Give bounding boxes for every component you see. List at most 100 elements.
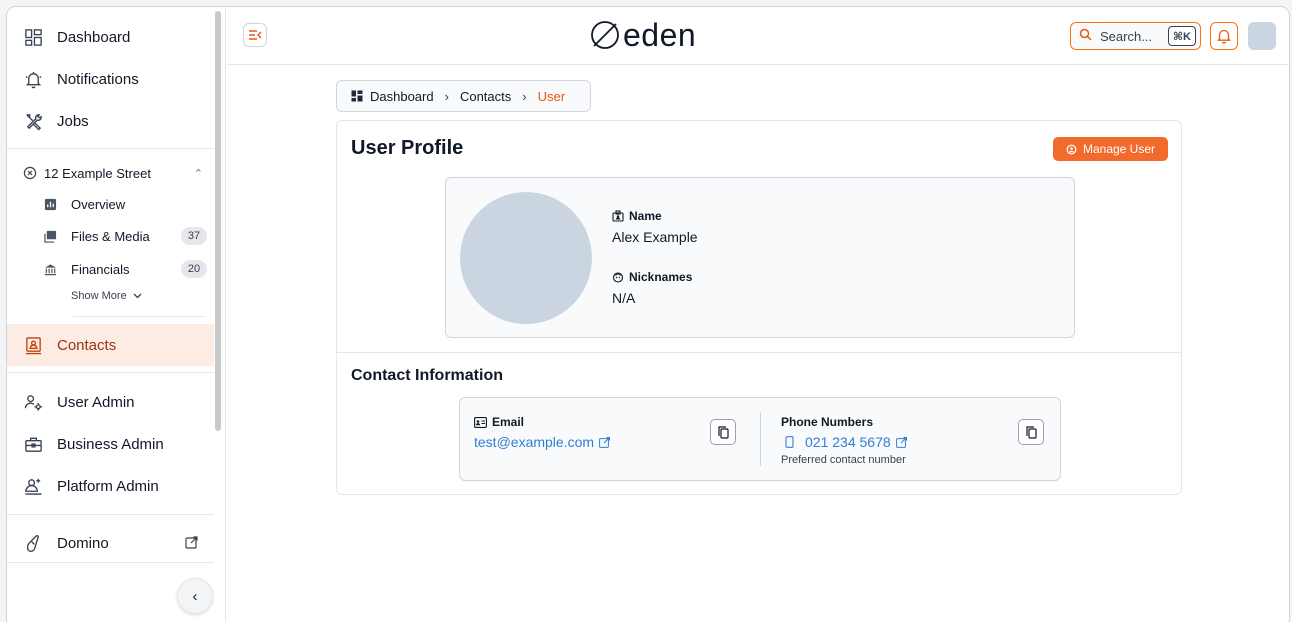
copy-icon	[717, 425, 729, 439]
id-badge-icon	[612, 210, 624, 222]
nicknames-value: N/A	[612, 290, 636, 306]
subitem-label: Overview	[71, 196, 126, 212]
sidebar-subitem-financials[interactable]: Financials 20	[43, 257, 207, 281]
sidebar-item-label: Domino	[57, 534, 109, 552]
app-logo[interactable]: eden	[589, 17, 696, 53]
external-link-icon	[599, 436, 611, 448]
dashboard-icon	[351, 90, 363, 102]
chart-icon	[43, 197, 57, 211]
phone-label: Phone Numbers	[781, 415, 873, 429]
name-label-text: Name	[629, 209, 662, 223]
logo-text: eden	[623, 17, 697, 53]
breadcrumb: Dashboard › Contacts › User	[336, 80, 591, 112]
copy-email-button[interactable]	[710, 419, 736, 445]
show-more-button[interactable]: Show More	[71, 290, 142, 302]
breadcrumb-dashboard[interactable]: Dashboard	[370, 89, 434, 104]
menu-toggle-button[interactable]	[243, 23, 267, 47]
count-badge: 20	[181, 260, 207, 278]
bell-icon	[23, 69, 43, 89]
contacts-icon	[23, 335, 43, 355]
search-shortcut: ⌘K	[1167, 26, 1196, 46]
nicknames-label-text: Nicknames	[629, 270, 693, 284]
sidebar-item-platform-admin[interactable]: Platform Admin	[7, 465, 214, 507]
sidebar-item-label: Notifications	[57, 70, 139, 88]
chevron-right-icon: ›	[522, 88, 527, 104]
top-bar: eden Search... ⌘K	[227, 7, 1289, 65]
subitem-label: Financials	[71, 261, 130, 277]
user-gear-icon	[23, 392, 43, 412]
sidebar-item-notifications[interactable]: Notifications	[7, 58, 214, 100]
contact-info-title: Contact Information	[351, 367, 503, 384]
copy-icon	[1025, 425, 1037, 439]
sidebar-divider	[7, 514, 214, 515]
email-label-text: Email	[492, 415, 525, 429]
breadcrumb-contacts[interactable]: Contacts	[460, 89, 511, 104]
platform-admin-icon	[23, 476, 43, 496]
manage-icon	[1066, 144, 1077, 154]
sidebar-item-jobs[interactable]: Jobs	[7, 100, 214, 142]
app-window: Dashboard Notifications Jobs 12 Example …	[6, 6, 1290, 622]
count-badge: 37	[181, 227, 207, 245]
briefcase-icon	[23, 434, 43, 454]
sidebar-divider	[7, 148, 214, 149]
phone-link[interactable]: 021 234 5678	[785, 434, 907, 450]
chevron-right-icon: ›	[444, 88, 449, 104]
nicknames-label: Nicknames	[612, 270, 692, 284]
email-link[interactable]: test@example.com	[474, 434, 611, 450]
sidebar-item-business-admin[interactable]: Business Admin	[7, 423, 214, 465]
sidebar-subitem-files-media[interactable]: Files & Media 37	[43, 224, 207, 248]
sidebar-item-label: Platform Admin	[57, 477, 159, 495]
sidebar-item-dashboard[interactable]: Dashboard	[7, 16, 214, 58]
copy-phone-button[interactable]	[1018, 419, 1044, 445]
sidebar-scrollbar[interactable]	[215, 11, 221, 431]
property-label: 12 Example Street	[44, 165, 151, 181]
notifications-button[interactable]	[1210, 22, 1238, 50]
name-value: Alex Example	[612, 229, 698, 245]
sidebar-item-contacts[interactable]: Contacts	[7, 324, 214, 366]
search-placeholder: Search...	[1100, 28, 1153, 44]
email-value: test@example.com	[474, 434, 595, 450]
contact-card-icon	[474, 416, 487, 428]
sidebar-item-user-admin[interactable]: User Admin	[7, 381, 214, 423]
sidebar-subitem-overview[interactable]: Overview	[43, 192, 207, 216]
external-link-icon[interactable]	[185, 536, 198, 549]
chevron-up-icon: ⌃	[193, 167, 203, 180]
manage-user-button[interactable]: Manage User	[1053, 137, 1168, 161]
collapse-sidebar-button[interactable]: ‹	[177, 578, 213, 614]
sidebar-item-label: User Admin	[57, 393, 135, 411]
phone-label-text: Phone Numbers	[781, 415, 874, 429]
page-title: User Profile	[351, 137, 464, 159]
bank-icon	[43, 262, 57, 276]
close-circle-icon[interactable]	[23, 166, 37, 180]
manage-user-label: Manage User	[1082, 142, 1156, 156]
phone-hint: Preferred contact number	[781, 454, 906, 466]
domino-icon	[23, 533, 43, 553]
search-icon	[1079, 28, 1092, 44]
user-profile-card: User Profile Manage User Name Alex Examp…	[336, 120, 1182, 495]
bell-icon	[1217, 29, 1231, 44]
sidebar: Dashboard Notifications Jobs 12 Example …	[7, 7, 226, 622]
dashboard-icon	[23, 27, 43, 47]
search-button[interactable]: Search... ⌘K	[1070, 22, 1201, 50]
sidebar-divider	[7, 372, 214, 373]
name-label: Name	[612, 209, 662, 223]
sidebar-item-label: Dashboard	[57, 28, 131, 46]
contact-info-box: Email test@example.com Phone Numbers 021…	[459, 397, 1061, 481]
tools-icon	[23, 111, 43, 131]
show-more-label: Show More	[71, 290, 127, 302]
profile-avatar	[460, 192, 592, 324]
external-link-icon	[895, 436, 907, 448]
eden-logo-icon	[591, 21, 619, 49]
menu-collapse-icon	[249, 30, 262, 40]
user-avatar[interactable]	[1248, 22, 1276, 50]
sidebar-item-label: Contacts	[57, 336, 117, 354]
chevron-down-icon	[133, 293, 142, 299]
contact-divider	[760, 412, 761, 466]
mobile-phone-icon	[785, 436, 794, 448]
sidebar-item-label: Business Admin	[57, 435, 164, 453]
sidebar-item-domino[interactable]: Domino	[7, 522, 214, 564]
gallery-icon	[43, 229, 57, 243]
subitem-label: Files & Media	[71, 228, 150, 244]
property-group-header[interactable]: 12 Example Street ⌃	[23, 163, 207, 183]
sidebar-divider	[73, 316, 204, 317]
